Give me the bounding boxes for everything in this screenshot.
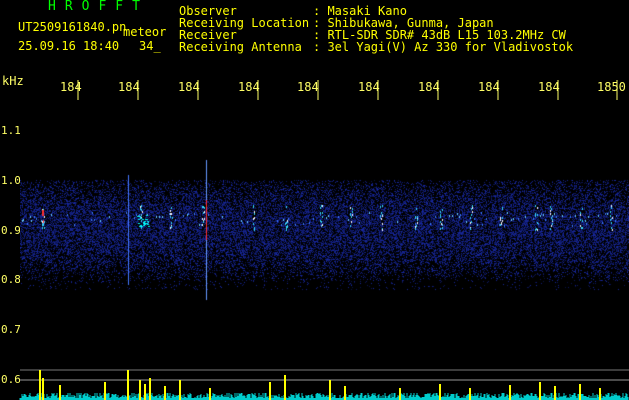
axis-overlay: [19, 80, 629, 400]
minute-tick-lines: [77, 80, 618, 100]
signal-strength-graph: [19, 370, 629, 400]
hrofft-window: HROFFT UT2509161840.pn meteor 25.09.16 1…: [0, 0, 629, 400]
